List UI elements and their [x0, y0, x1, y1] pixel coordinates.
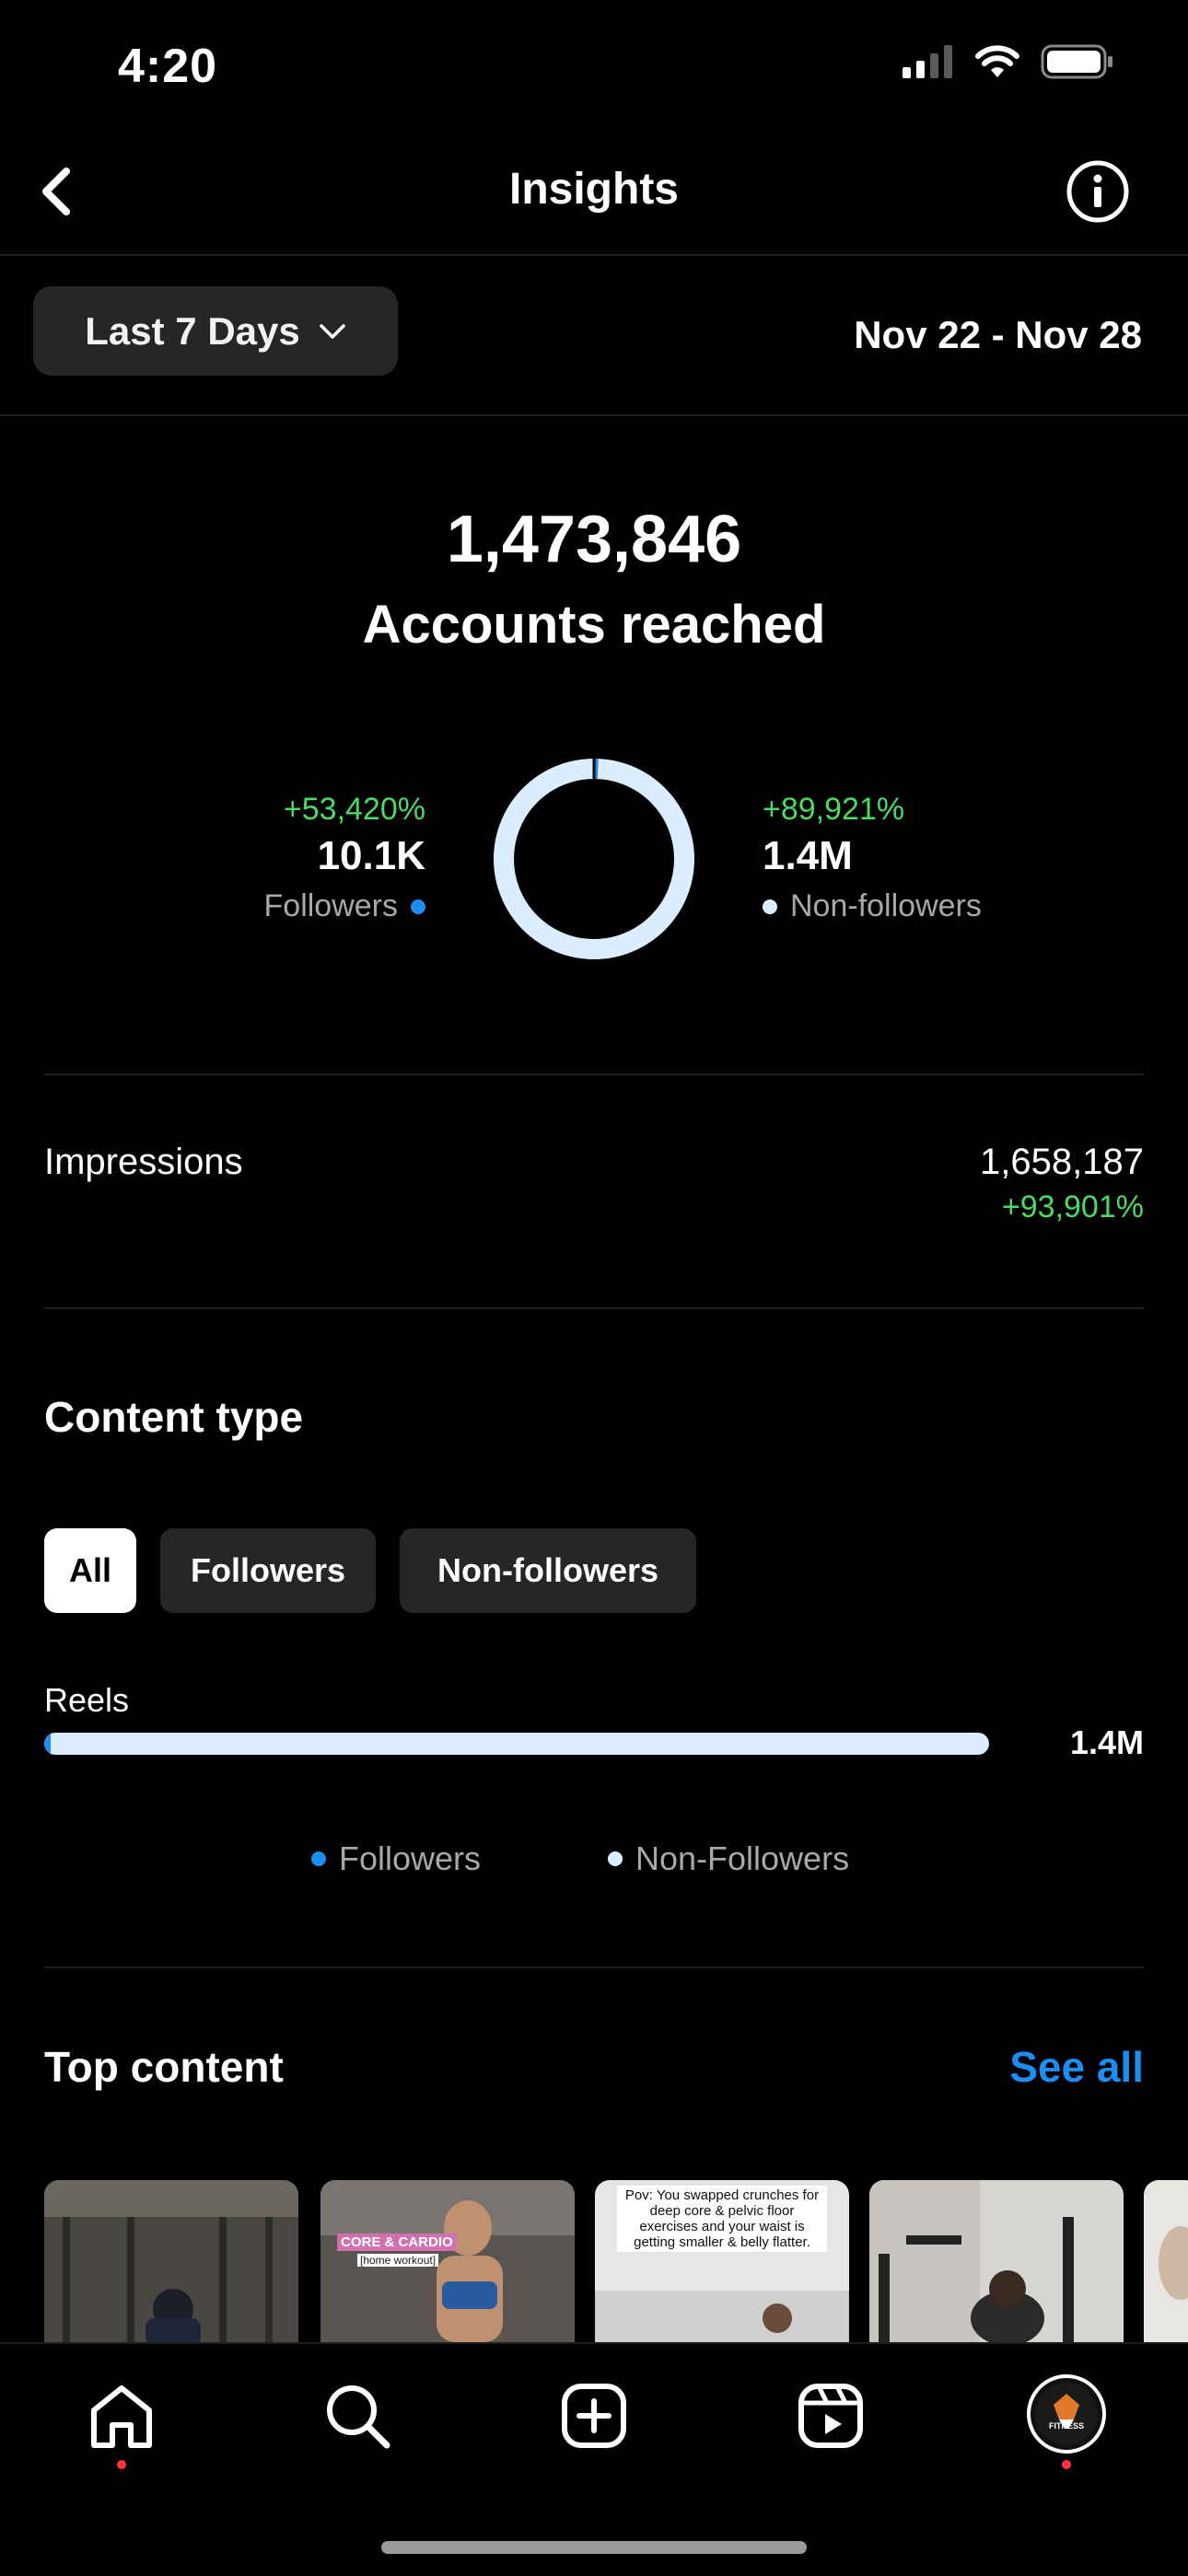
search-icon[interactable] — [320, 2379, 394, 2453]
status-icons — [903, 44, 1114, 79]
top-content-thumbnail[interactable] — [1144, 2180, 1188, 2342]
home-notification-dot — [117, 2460, 126, 2469]
filter-chip-non-followers[interactable]: Non-followers — [400, 1528, 696, 1613]
date-range-text: Nov 22 - Nov 28 — [854, 313, 1142, 356]
impressions-divider — [44, 1307, 1144, 1309]
home-indicator[interactable] — [381, 2541, 807, 2554]
reels-bar-followers-fill — [44, 1733, 52, 1755]
followers-value: 10.1K — [317, 833, 425, 878]
fitness-logo-icon — [1027, 2374, 1106, 2454]
cellular-signal-icon — [903, 45, 952, 78]
thumbnail-overlay-text: CORE & CARDIO — [337, 2234, 457, 2251]
non-followers-pct: +89,921% — [763, 792, 905, 827]
filter-chip-followers[interactable]: Followers — [160, 1528, 376, 1613]
wifi-icon — [975, 45, 1019, 77]
create-post-icon[interactable] — [557, 2379, 631, 2453]
header-divider — [0, 254, 1188, 256]
reels-bar — [44, 1733, 989, 1755]
impressions-pct: +93,901% — [1001, 1189, 1144, 1224]
impressions-label: Impressions — [44, 1142, 243, 1182]
home-icon[interactable] — [85, 2379, 158, 2453]
info-icon[interactable] — [1065, 158, 1131, 225]
top-content-thumbnail[interactable] — [44, 2180, 298, 2342]
reach-divider — [44, 1073, 1144, 1075]
legend-non-followers-label: Non-Followers — [635, 1839, 850, 1877]
non-followers-stat: +89,921% 1.4M Non-followers — [763, 792, 982, 924]
date-range-label: Last 7 Days — [85, 308, 300, 353]
range-divider — [0, 414, 1188, 416]
date-range-dropdown[interactable]: Last 7 Days — [33, 286, 398, 376]
non-followers-label: Non-followers — [790, 888, 982, 923]
followers-dot-icon — [411, 899, 425, 914]
legend-followers-label: Followers — [339, 1839, 482, 1877]
followers-label: Followers — [263, 888, 398, 923]
reels-value: 1.4M — [1069, 1723, 1144, 1761]
accounts-reached-value: 1,473,846 — [446, 503, 742, 576]
non-followers-value: 1.4M — [763, 833, 853, 878]
donut-non-followers-ring — [494, 759, 694, 959]
filter-chip-all[interactable]: All — [44, 1528, 136, 1613]
status-time: 4:20 — [118, 40, 218, 93]
impressions-value: 1,658,187 — [980, 1142, 1144, 1182]
content-type-title: Content type — [44, 1393, 304, 1441]
top-content-thumbnail[interactable] — [869, 2180, 1124, 2342]
legend-followers-dot-icon — [311, 1851, 326, 1866]
legend-non-followers: Non-Followers — [608, 1839, 849, 1878]
top-content-thumbnail[interactable]: Pov: You swapped crunches for deep core … — [595, 2180, 849, 2342]
thumbnail-overlay-text: Pov: You swapped crunches for deep core … — [617, 2186, 827, 2252]
see-all-link[interactable]: See all — [1009, 2042, 1144, 2092]
legend-followers: Followers — [311, 1839, 481, 1878]
bike-photo-image — [869, 2180, 1124, 2342]
followers-pct: +53,420% — [283, 792, 425, 827]
top-content-thumbnail[interactable]: CORE & CARDIO [home workout] — [320, 2180, 575, 2342]
page-title: Insights — [508, 165, 679, 214]
reach-donut-chart — [494, 759, 694, 959]
content-type-divider — [44, 1967, 1144, 1968]
legend-non-followers-dot-icon — [608, 1851, 623, 1866]
reels-label: Reels — [44, 1681, 130, 1719]
followers-stat: +53,420% 10.1K Followers — [264, 792, 425, 924]
profile-notification-dot — [1062, 2460, 1071, 2469]
profile-avatar[interactable]: FITNESS — [1026, 2373, 1107, 2454]
profile-badge-text: FITNESS — [1048, 2421, 1084, 2431]
accounts-reached-label: Accounts reached — [362, 595, 826, 655]
non-followers-dot-icon — [763, 899, 777, 914]
top-content-title: Top content — [44, 2043, 284, 2091]
thumbnail-overlay-subtext: [home workout] — [357, 2254, 439, 2267]
partial-photo-image — [1144, 2180, 1188, 2342]
gym-photo-image — [44, 2180, 298, 2342]
battery-icon — [1041, 44, 1112, 79]
reels-icon[interactable] — [794, 2379, 868, 2453]
chevron-down-icon — [319, 323, 345, 339]
